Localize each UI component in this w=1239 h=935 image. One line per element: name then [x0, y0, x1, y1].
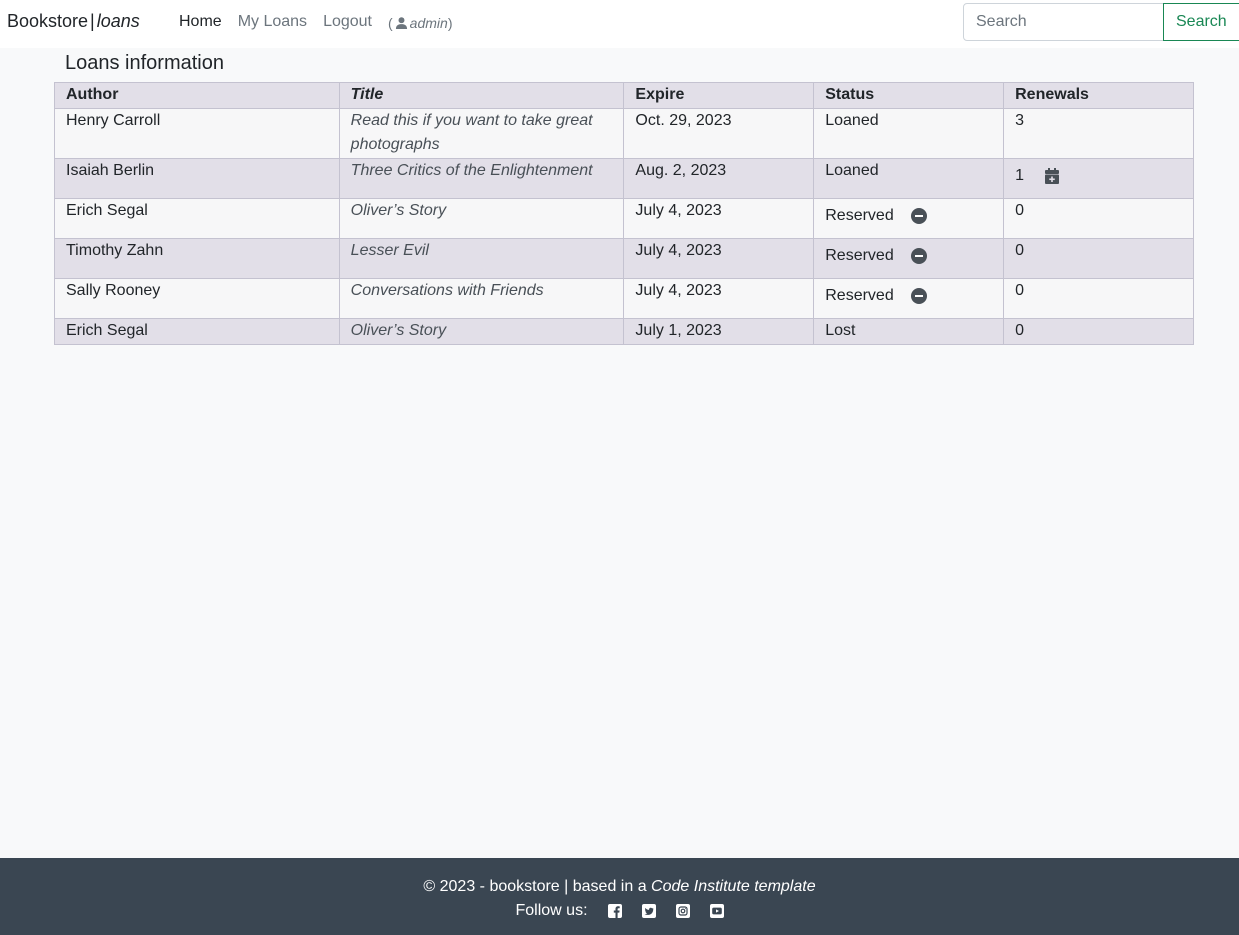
- cell-renewals: 0: [1003, 278, 1194, 319]
- brand-main: Bookstore: [7, 11, 89, 31]
- cell-renewals: 3: [1003, 108, 1194, 159]
- header-expire: Expire: [623, 82, 815, 109]
- cell-status: Reserved: [813, 198, 1005, 239]
- table-row: Erich Segal Oliver’s Story July 4, 2023 …: [54, 198, 1194, 239]
- header-author: Author: [54, 82, 340, 109]
- nav-links: Home My Loans Logout (admin): [179, 13, 452, 31]
- cell-title: Oliver’s Story: [338, 198, 625, 239]
- cell-author: Isaiah Berlin: [54, 158, 340, 199]
- cell-author: Sally Rooney: [54, 278, 340, 319]
- cell-renewals: 1: [1003, 158, 1194, 199]
- cell-title: Read this if you want to take great phot…: [338, 108, 625, 159]
- footer: © 2023 - bookstore | based in a Code Ins…: [0, 858, 1239, 935]
- brand-separator: |: [90, 11, 95, 31]
- user-name: admin: [409, 14, 448, 31]
- footer-social: Follow us:: [0, 902, 1239, 920]
- page-title: Loans information: [65, 52, 224, 74]
- table-row: Timothy Zahn Lesser Evil July 4, 2023 Re…: [54, 238, 1194, 279]
- calendar-plus-icon[interactable]: [1045, 168, 1060, 184]
- brand-sub: loans: [96, 11, 140, 31]
- cell-expire: Oct. 29, 2023: [623, 108, 815, 159]
- cell-title: Conversations with Friends: [338, 278, 625, 319]
- status-text: Reserved: [825, 287, 894, 304]
- table-row: Sally Rooney Conversations with Friends …: [54, 278, 1194, 319]
- table-row: Henry Carroll Read this if you want to t…: [54, 108, 1194, 159]
- cell-expire: July 4, 2023: [623, 238, 815, 279]
- facebook-icon[interactable]: [607, 904, 622, 918]
- footer-copyright: © 2023 - bookstore | based in a Code Ins…: [0, 878, 1239, 896]
- cell-expire: July 4, 2023: [623, 278, 815, 319]
- minus-circle-icon[interactable]: [910, 288, 927, 304]
- cell-title: Lesser Evil: [338, 238, 625, 279]
- cell-status: Reserved: [813, 238, 1005, 279]
- loans-table: Author Title Expire Status Renewals Henr…: [54, 82, 1194, 345]
- table-row: Erich Segal Oliver’s Story July 1, 2023 …: [54, 318, 1194, 345]
- cell-title: Three Critics of the Enlightenment: [338, 158, 625, 199]
- header-renewals: Renewals: [1003, 82, 1194, 109]
- cell-expire: July 1, 2023: [623, 318, 815, 345]
- table-header-row: Author Title Expire Status Renewals: [54, 82, 1194, 109]
- cell-status: Lost: [813, 318, 1005, 345]
- cell-author: Henry Carroll: [54, 108, 340, 159]
- table-row: Isaiah Berlin Three Critics of the Enlig…: [54, 158, 1194, 199]
- twitter-icon[interactable]: [641, 904, 656, 918]
- nav-logout[interactable]: Logout: [323, 13, 372, 31]
- copyright-text: © 2023 - bookstore | based in a: [423, 878, 647, 895]
- header-status: Status: [813, 82, 1005, 109]
- cell-renewals: 0: [1003, 198, 1194, 239]
- youtube-icon[interactable]: [709, 904, 724, 918]
- cell-author: Timothy Zahn: [54, 238, 340, 279]
- cell-status: Reserved: [813, 278, 1005, 319]
- cell-status: Loaned: [813, 108, 1005, 159]
- current-user: (admin): [388, 14, 453, 31]
- cell-status: Loaned: [813, 158, 1005, 199]
- user-icon: [395, 16, 407, 29]
- cell-author: Erich Segal: [54, 318, 340, 345]
- search-input[interactable]: [963, 3, 1165, 41]
- cell-expire: Aug. 2, 2023: [623, 158, 815, 199]
- brand-logo[interactable]: Bookstore | loans: [7, 11, 140, 32]
- cell-expire: July 4, 2023: [623, 198, 815, 239]
- navbar: Bookstore | loans Home My Loans Logout (ad…: [0, 0, 1239, 48]
- header-title: Title: [338, 82, 625, 109]
- minus-circle-icon[interactable]: [910, 248, 927, 264]
- cell-author: Erich Segal: [54, 198, 340, 239]
- cell-renewals: 0: [1003, 318, 1194, 345]
- renewals-count: 1: [1015, 167, 1025, 184]
- nav-my-loans[interactable]: My Loans: [238, 13, 307, 31]
- nav-home[interactable]: Home: [179, 13, 222, 31]
- cell-renewals: 0: [1003, 238, 1194, 279]
- minus-circle-icon[interactable]: [910, 208, 927, 224]
- search-button[interactable]: Search: [1163, 3, 1239, 41]
- follow-label: Follow us:: [515, 902, 588, 919]
- cell-title: Oliver’s Story: [338, 318, 625, 345]
- template-link[interactable]: Code Institute template: [651, 878, 816, 895]
- status-text: Reserved: [825, 247, 894, 264]
- instagram-icon[interactable]: [675, 904, 690, 918]
- status-text: Reserved: [825, 207, 894, 224]
